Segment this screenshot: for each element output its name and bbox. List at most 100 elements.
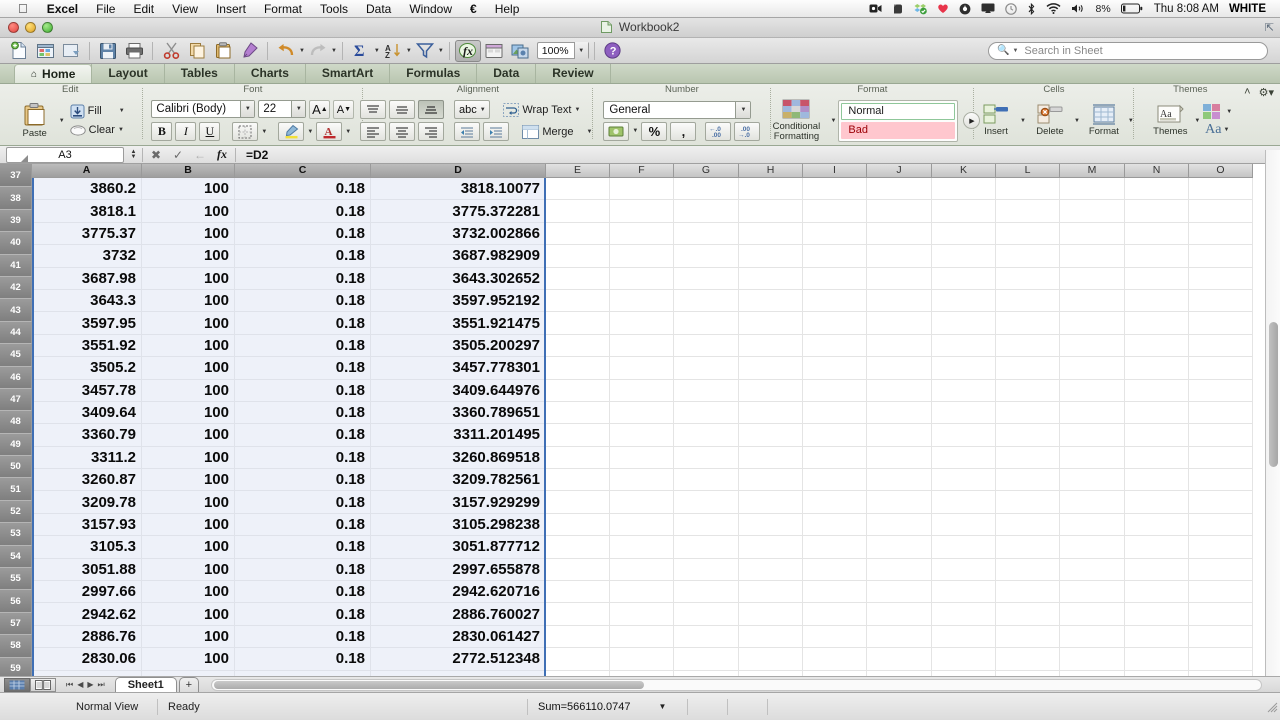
cell-G48[interactable] xyxy=(674,424,739,447)
cell-A55[interactable]: 2997.66 xyxy=(32,581,142,604)
cell-D40[interactable]: 3687.982909 xyxy=(371,245,546,268)
cell-N57[interactable] xyxy=(1125,625,1189,649)
cell-J53[interactable] xyxy=(867,536,932,559)
cell-L42[interactable] xyxy=(996,289,1060,313)
cell-M42[interactable] xyxy=(1060,289,1125,313)
cell-M55[interactable] xyxy=(1060,581,1125,604)
cell-N41[interactable] xyxy=(1125,267,1189,290)
align-center-button[interactable] xyxy=(389,122,416,141)
cell-K51[interactable] xyxy=(932,491,996,514)
cell-B52[interactable]: 100 xyxy=(142,513,235,537)
cell-H53[interactable] xyxy=(739,536,803,559)
cell-B46[interactable]: 100 xyxy=(142,379,235,402)
cell-C51[interactable]: 0.18 xyxy=(235,491,371,514)
cell-C40[interactable]: 0.18 xyxy=(235,245,371,268)
align-left-button[interactable] xyxy=(360,122,387,141)
column-header-m[interactable]: M xyxy=(1060,164,1125,178)
cell-J51[interactable] xyxy=(867,491,932,514)
copy-icon[interactable] xyxy=(184,40,210,62)
cell-M51[interactable] xyxy=(1060,491,1125,514)
new-document-icon[interactable] xyxy=(6,40,32,62)
cell-F48[interactable] xyxy=(610,424,674,447)
cell-J37[interactable] xyxy=(867,178,932,201)
cell-J50[interactable] xyxy=(867,469,932,492)
cell-D45[interactable]: 3457.778301 xyxy=(371,357,546,380)
cell-D39[interactable]: 3732.002866 xyxy=(371,222,546,246)
cell-K44[interactable] xyxy=(932,334,996,358)
cell-H38[interactable] xyxy=(739,200,803,223)
cut-icon[interactable] xyxy=(158,40,184,62)
cell-E51[interactable] xyxy=(546,491,610,514)
row-header-43[interactable]: 43 xyxy=(0,299,32,322)
merge-button[interactable]: Merge ▼ xyxy=(519,123,595,140)
column-header-c[interactable]: C xyxy=(235,164,371,178)
cell-I56[interactable] xyxy=(803,603,867,626)
cell-E56[interactable] xyxy=(546,603,610,626)
cell-I51[interactable] xyxy=(803,491,867,514)
cell-E53[interactable] xyxy=(546,536,610,559)
cell-J49[interactable] xyxy=(867,446,932,470)
cell-O43[interactable] xyxy=(1189,312,1253,335)
column-header-l[interactable]: L xyxy=(996,164,1060,178)
cell-I54[interactable] xyxy=(803,558,867,582)
chevron-up-icon[interactable]: ˄ xyxy=(1244,86,1250,98)
tab-charts[interactable]: Charts xyxy=(233,64,306,83)
cell-A46[interactable]: 3457.78 xyxy=(32,379,142,402)
cell-B47[interactable]: 100 xyxy=(142,401,235,425)
cell-F51[interactable] xyxy=(610,491,674,514)
cell-A39[interactable]: 3775.37 xyxy=(32,222,142,246)
cell-F46[interactable] xyxy=(610,379,674,402)
cell-C47[interactable]: 0.18 xyxy=(235,401,371,425)
row-header-48[interactable]: 48 xyxy=(0,411,32,434)
sheet-tab-sheet1[interactable]: Sheet1 xyxy=(114,677,177,692)
cell-K49[interactable] xyxy=(932,446,996,470)
tab-formulas[interactable]: Formulas xyxy=(389,64,478,83)
cell-K55[interactable] xyxy=(932,581,996,604)
cell-N50[interactable] xyxy=(1125,469,1189,492)
heart-icon[interactable] xyxy=(932,3,954,14)
cell-C38[interactable]: 0.18 xyxy=(235,200,371,223)
cell-A54[interactable]: 3051.88 xyxy=(32,558,142,582)
row-header-57[interactable]: 57 xyxy=(0,612,32,636)
cell-N51[interactable] xyxy=(1125,491,1189,514)
column-header-d[interactable]: D xyxy=(371,164,546,178)
last-sheet-icon[interactable]: ⏭ xyxy=(98,680,105,690)
tab-smartart[interactable]: SmartArt xyxy=(304,64,391,83)
cell-F38[interactable] xyxy=(610,200,674,223)
delete-cells-button[interactable]: Delete xyxy=(1028,104,1072,137)
cell-I50[interactable] xyxy=(803,469,867,492)
cell-I37[interactable] xyxy=(803,178,867,201)
cell-M50[interactable] xyxy=(1060,469,1125,492)
cell-H40[interactable] xyxy=(739,245,803,268)
cell-A57[interactable]: 2886.76 xyxy=(32,625,142,649)
cell-N52[interactable] xyxy=(1125,513,1189,537)
cell-I41[interactable] xyxy=(803,267,867,290)
airplay-icon[interactable] xyxy=(976,3,1000,14)
column-header-g[interactable]: G xyxy=(674,164,739,178)
cell-O58[interactable] xyxy=(1189,648,1253,671)
column-header-f[interactable]: F xyxy=(610,164,674,178)
cell-D55[interactable]: 2942.620716 xyxy=(371,581,546,604)
cell-F53[interactable] xyxy=(610,536,674,559)
cell-K54[interactable] xyxy=(932,558,996,582)
align-right-button[interactable] xyxy=(418,122,445,141)
paste-icon[interactable] xyxy=(210,40,236,62)
conditional-formatting-dropdown-icon[interactable]: ▼ xyxy=(830,118,836,124)
cell-C37[interactable]: 0.18 xyxy=(235,178,371,201)
cell-C42[interactable]: 0.18 xyxy=(235,289,371,313)
cell-H56[interactable] xyxy=(739,603,803,626)
cell-D48[interactable]: 3311.201495 xyxy=(371,424,546,447)
cell-E42[interactable] xyxy=(546,289,610,313)
clock-icon[interactable] xyxy=(1000,2,1022,15)
row-header-38[interactable]: 38 xyxy=(0,187,32,210)
borders-button[interactable] xyxy=(232,122,259,141)
cell-M41[interactable] xyxy=(1060,267,1125,290)
row-header-44[interactable]: 44 xyxy=(0,321,32,345)
resize-grip-icon[interactable] xyxy=(1266,701,1278,713)
cell-D53[interactable]: 3051.877712 xyxy=(371,536,546,559)
cell-N39[interactable] xyxy=(1125,222,1189,246)
cell-L56[interactable] xyxy=(996,603,1060,626)
time-machine-icon[interactable] xyxy=(954,3,976,15)
cell-E40[interactable] xyxy=(546,245,610,268)
cell-N49[interactable] xyxy=(1125,446,1189,470)
